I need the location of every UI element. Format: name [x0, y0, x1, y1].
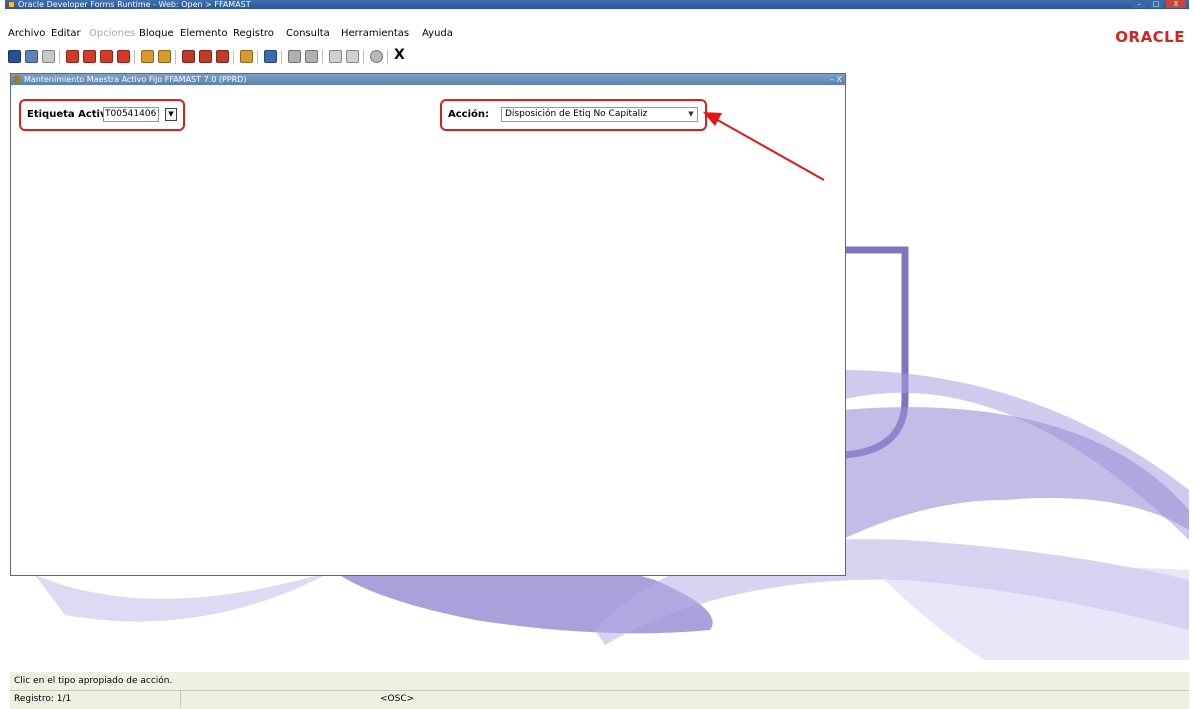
deco-arc-left	[35, 570, 335, 622]
menu-consulta[interactable]: Consulta	[286, 28, 330, 39]
next-record-icon[interactable]	[100, 50, 113, 63]
window-title: Oracle Developer Forms Runtime - Web: Op…	[18, 0, 251, 9]
next-block-icon[interactable]	[117, 50, 130, 63]
toolbar-separator	[363, 50, 364, 64]
previous-record-icon[interactable]	[83, 50, 96, 63]
record-indicator: Registro: 1/1	[14, 694, 72, 704]
toolbar-separator	[175, 50, 176, 64]
action-select[interactable]: Disposición de Etiq No Capitaliz ▼	[501, 107, 698, 122]
exit-button[interactable]: X	[394, 47, 405, 63]
enter-query-icon[interactable]	[141, 50, 154, 63]
previous-block-icon[interactable]	[66, 50, 79, 63]
toolbar-separator	[322, 50, 323, 64]
deco-arc-bottom-right	[885, 566, 1189, 660]
clear-field-icon[interactable]	[288, 50, 301, 63]
menu-opciones: Opciones	[89, 28, 136, 39]
tag-lov-button[interactable]: ▼	[165, 108, 177, 121]
execute-query-icon[interactable]	[158, 50, 171, 63]
action-select-value: Disposición de Etiq No Capitaliz	[505, 109, 648, 119]
form-window-controls[interactable]: – X	[830, 74, 842, 85]
toolbar-separator	[59, 50, 60, 64]
print-report-icon[interactable]	[264, 50, 277, 63]
minimize-button[interactable]: –	[1132, 0, 1146, 8]
chevron-down-icon[interactable]: ▼	[686, 109, 696, 120]
status-divider	[180, 690, 181, 708]
form-titlebar: Mantenimiento Maestra Activo Fijo FFAMAS…	[11, 74, 845, 85]
tag-label: Etiqueta Activ	[27, 109, 107, 120]
disabled-tool-icon	[346, 50, 359, 63]
java-app-icon	[8, 1, 15, 8]
toolbar-separator	[387, 50, 388, 64]
app-window: Oracle Developer Forms Runtime - Web: Op…	[5, 0, 1189, 709]
menu-herramientas[interactable]: Herramientas	[341, 28, 409, 39]
form-icon	[13, 75, 21, 83]
form-title: Mantenimiento Maestra Activo Fijo FFAMAS…	[24, 75, 247, 84]
mode-indicator: <OSC>	[380, 694, 415, 704]
help-icon[interactable]	[370, 50, 383, 63]
form-window: Mantenimiento Maestra Activo Fijo FFAMAS…	[10, 73, 846, 576]
toolbar-separator	[257, 50, 258, 64]
menubar: Archivo Editar Opciones Bloque Elemento …	[5, 25, 1189, 46]
menu-editar[interactable]: Editar	[51, 28, 81, 39]
action-label: Acción:	[448, 109, 490, 120]
status-message-line: Clic en el tipo apropiado de acción.	[10, 672, 1189, 691]
status-bar: Clic en el tipo apropiado de acción. Reg…	[10, 672, 1189, 709]
oracle-logo: ORACLE	[1115, 28, 1185, 46]
menu-bloque[interactable]: Bloque	[139, 28, 174, 39]
toolbar: X	[5, 46, 1189, 68]
status-info-line: Registro: 1/1 <OSC>	[10, 690, 1189, 709]
duplicate-record-icon[interactable]	[199, 50, 212, 63]
disabled-tool-icon	[329, 50, 342, 63]
window-titlebar: Oracle Developer Forms Runtime - Web: Op…	[5, 0, 1189, 9]
print-icon[interactable]	[42, 50, 55, 63]
menu-ayuda[interactable]: Ayuda	[422, 28, 453, 39]
toolbar-separator	[134, 50, 135, 64]
delete-record-icon[interactable]	[216, 50, 229, 63]
deco-arc-right	[841, 407, 1189, 540]
undo-icon[interactable]	[25, 50, 38, 63]
menu-registro[interactable]: Registro	[233, 28, 274, 39]
menu-elemento[interactable]: Elemento	[180, 28, 228, 39]
window-controls: – □ X	[1132, 0, 1186, 9]
menu-archivo[interactable]: Archivo	[8, 28, 45, 39]
toolbar-separator	[281, 50, 282, 64]
maximize-button[interactable]: □	[1149, 0, 1163, 8]
lock-record-icon[interactable]	[240, 50, 253, 63]
clear-block-icon[interactable]	[305, 50, 318, 63]
save-icon[interactable]	[8, 50, 21, 63]
status-message: Clic en el tipo apropiado de acción.	[14, 676, 173, 686]
insert-record-icon[interactable]	[182, 50, 195, 63]
toolbar-separator	[233, 50, 234, 64]
tag-input[interactable]: T00541406	[103, 107, 159, 122]
close-button[interactable]: X	[1166, 0, 1186, 8]
